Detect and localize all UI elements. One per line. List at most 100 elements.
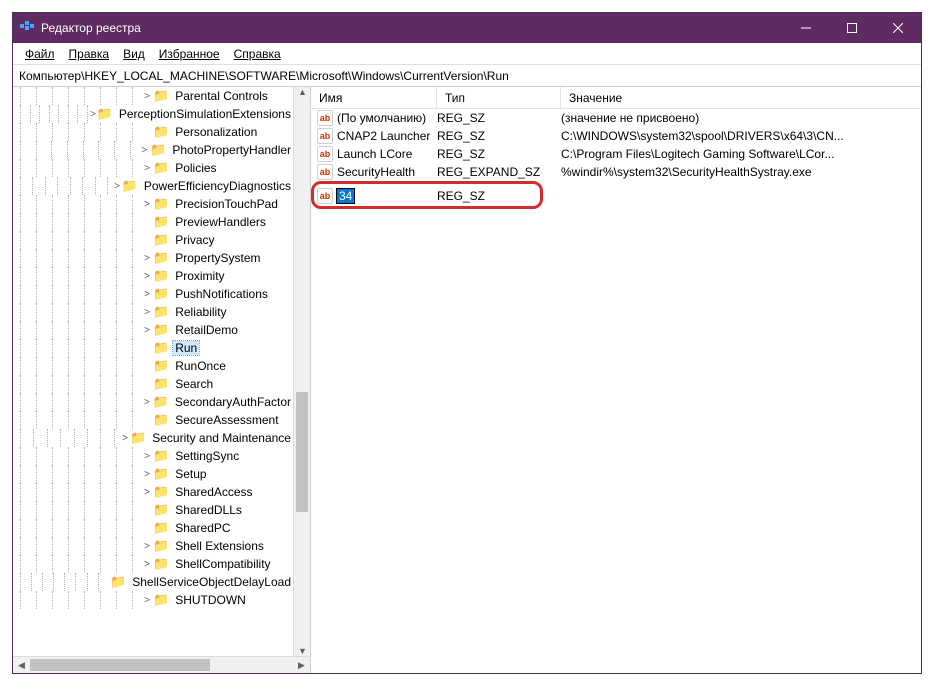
chevron-right-icon[interactable]: > [141,487,153,498]
tree-item[interactable]: >📁Setup [13,465,293,483]
tree-item[interactable]: 📁SharedPC [13,519,293,537]
menubar: Файл Правка Вид Избранное Справка [13,43,921,65]
tree-item[interactable]: 📁PreviewHandlers [13,213,293,231]
col-header-value[interactable]: Значение [561,87,921,108]
scroll-down-icon[interactable]: ▼ [294,646,310,656]
maximize-button[interactable] [829,13,875,43]
rename-input[interactable]: 34 [337,189,354,203]
value-type: REG_EXPAND_SZ [431,165,555,179]
minimize-button[interactable] [783,13,829,43]
col-header-type[interactable]: Тип [437,87,561,108]
folder-icon: 📁 [153,124,169,140]
titlebar[interactable]: Редактор реестра [13,13,921,43]
chevron-right-icon[interactable]: > [141,469,153,480]
tree-item-label: Parental Controls [173,89,270,103]
tree-item[interactable]: >📁PerceptionSimulationExtensions [13,105,293,123]
close-button[interactable] [875,13,921,43]
tree-item[interactable]: 📁 Personalization [13,123,293,141]
list-row[interactable]: abSecurityHealthREG_EXPAND_SZ%windir%\sy… [311,163,921,181]
value-data: (значение не присвоено) [555,111,921,125]
tree-item[interactable]: >📁Security and Maintenance [13,429,293,447]
chevron-right-icon[interactable]: > [141,541,153,552]
chevron-right-icon[interactable]: > [141,289,153,300]
tree-item[interactable]: >📁Parental Controls [13,87,293,105]
scroll-thumb[interactable] [296,392,308,512]
chevron-right-icon[interactable]: > [141,595,153,606]
tree-item-label: PowerEfficiencyDiagnostics [142,179,293,193]
list-row[interactable]: abLaunch LCoreREG_SZC:\Program Files\Log… [311,145,921,163]
list-row[interactable]: ab(По умолчанию)REG_SZ(значение не присв… [311,109,921,127]
tree-item-label: RunOnce [173,359,228,373]
scroll-up-icon[interactable]: ▲ [294,87,310,97]
tree-item[interactable]: >📁ShellCompatibility [13,555,293,573]
chevron-right-icon[interactable]: > [120,433,130,444]
tree-item[interactable]: 📁Privacy [13,231,293,249]
folder-icon: 📁 [153,196,169,212]
tree-item[interactable]: 📁SecureAssessment [13,411,293,429]
tree-item[interactable]: 📁Run [13,339,293,357]
chevron-right-icon[interactable]: > [141,271,153,282]
tree-item[interactable]: >📁PhotoPropertyHandler [13,141,293,159]
folder-icon: 📁 [153,448,169,464]
chevron-right-icon[interactable]: > [90,109,97,120]
scroll-thumb-h[interactable] [30,659,210,671]
menu-help[interactable]: Справка [228,45,287,63]
tree-item[interactable]: >📁PropertySystem [13,249,293,267]
tree-item-label: Shell Extensions [173,539,266,553]
tree-item[interactable]: >📁RetailDemo [13,321,293,339]
chevron-right-icon[interactable]: > [141,559,153,570]
tree-item[interactable]: >📁SecondaryAuthFactor [13,393,293,411]
tree-horizontal-scrollbar[interactable]: ◀ ▶ [13,656,310,673]
address-bar[interactable]: Компьютер\HKEY_LOCAL_MACHINE\SOFTWARE\Mi… [13,65,921,87]
tree-item[interactable]: 📁ShellServiceObjectDelayLoad [13,573,293,591]
tree-item[interactable]: >📁PowerEfficiencyDiagnostics [13,177,293,195]
menu-file[interactable]: Файл [19,45,61,63]
tree-item[interactable]: >📁 SHUTDOWN [13,591,293,609]
value-name: SecurityHealth [337,165,415,179]
chevron-right-icon[interactable]: > [141,307,153,318]
chevron-right-icon[interactable]: > [141,253,153,264]
value-data: C:\Program Files\Logitech Gaming Softwar… [555,147,921,161]
tree-view[interactable]: >📁Parental Controls>📁PerceptionSimulatio… [13,87,310,656]
tree-item-label: SharedDLLs [173,503,244,517]
tree-item[interactable]: >📁Shell Extensions [13,537,293,555]
tree-item[interactable]: >📁SharedAccess [13,483,293,501]
chevron-right-icon[interactable]: > [141,91,153,102]
chevron-right-icon[interactable]: > [112,181,121,192]
tree-item[interactable]: >📁Proximity [13,267,293,285]
tree-item[interactable]: >📁Policies [13,159,293,177]
menu-favorites[interactable]: Избранное [153,45,226,63]
scroll-right-icon[interactable]: ▶ [293,657,310,673]
tree-item-label: PreviewHandlers [173,215,268,229]
tree-item[interactable]: 📁Search [13,375,293,393]
tree-item-label: RetailDemo [173,323,240,337]
chevron-right-icon[interactable]: > [141,199,153,210]
tree-item[interactable]: >📁Reliability [13,303,293,321]
tree-item-label: Personalization [173,125,259,139]
tree-vertical-scrollbar[interactable]: ▲ ▼ [293,87,310,656]
folder-icon: 📁 [153,592,169,608]
chevron-right-icon[interactable]: > [141,397,153,408]
chevron-right-icon[interactable]: > [138,145,150,156]
tree-item-label: SecondaryAuthFactor [173,395,293,409]
col-header-name[interactable]: Имя [311,87,437,108]
title-text: Редактор реестра [41,21,783,35]
tree-item[interactable]: 📁 SharedDLLs [13,501,293,519]
address-text: Компьютер\HKEY_LOCAL_MACHINE\SOFTWARE\Mi… [19,69,509,83]
chevron-right-icon[interactable]: > [141,451,153,462]
chevron-right-icon[interactable]: > [141,163,153,174]
tree-item[interactable]: >📁PushNotifications [13,285,293,303]
menu-edit[interactable]: Правка [63,45,116,63]
list-body[interactable]: ab(По умолчанию)REG_SZ(значение не присв… [311,109,921,673]
tree-item-label: SHUTDOWN [173,593,248,607]
tree-item-label: Run [173,341,199,355]
scroll-left-icon[interactable]: ◀ [13,657,30,673]
tree-item[interactable]: >📁SettingSync [13,447,293,465]
list-row-editing[interactable]: ab34REG_SZ [311,187,921,205]
menu-view[interactable]: Вид [117,45,151,63]
chevron-right-icon[interactable]: > [141,325,153,336]
folder-icon: 📁 [153,502,169,518]
list-row[interactable]: abCNAP2 LauncherREG_SZC:\WINDOWS\system3… [311,127,921,145]
tree-item[interactable]: >📁PrecisionTouchPad [13,195,293,213]
tree-item[interactable]: 📁RunOnce [13,357,293,375]
